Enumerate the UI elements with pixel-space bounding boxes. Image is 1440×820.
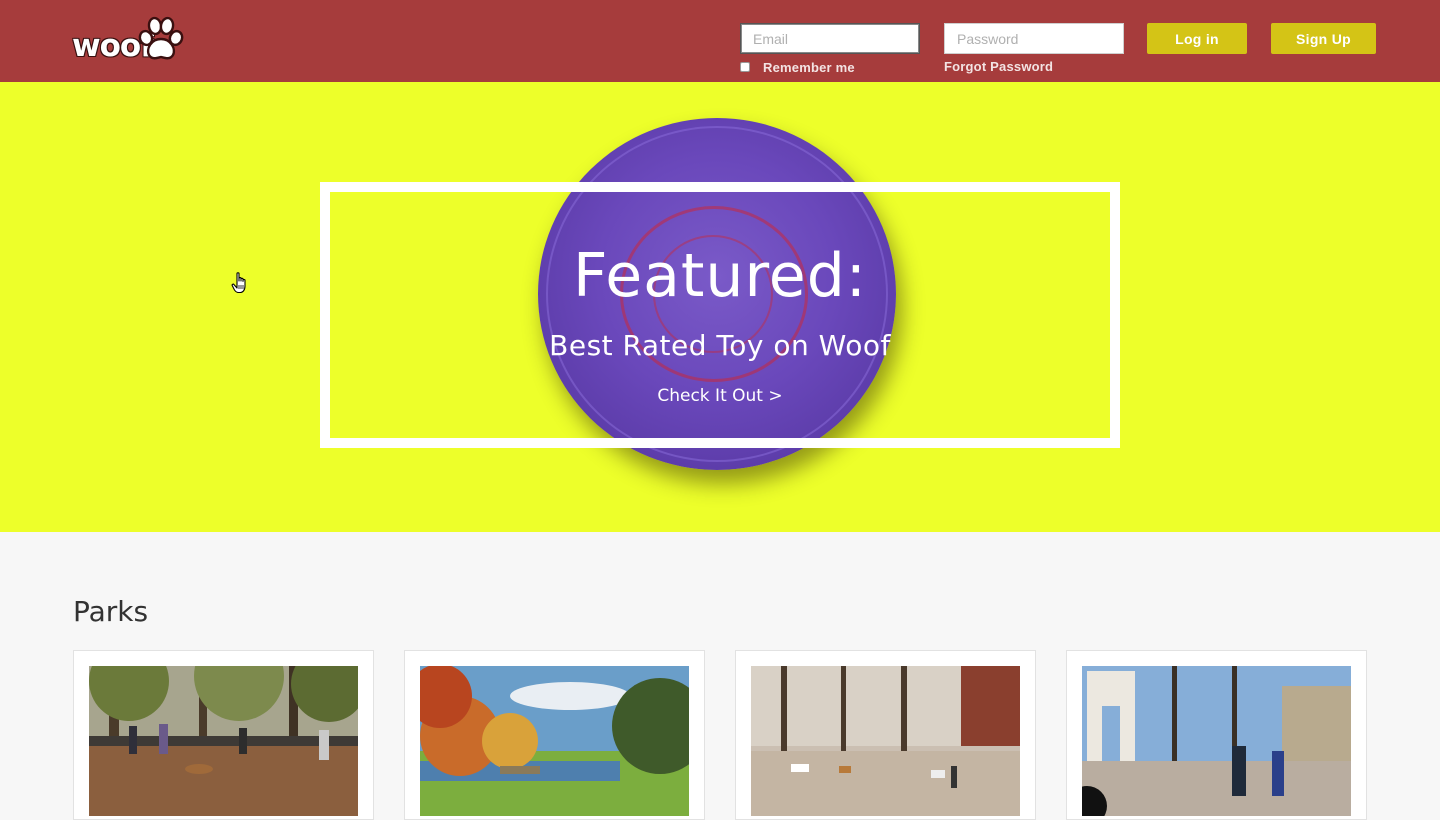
- signup-button[interactable]: Sign Up: [1271, 23, 1376, 54]
- dog-park-photo[interactable]: [89, 666, 358, 816]
- forgot-password-link[interactable]: Forgot Password: [944, 59, 1053, 74]
- password-input[interactable]: [944, 23, 1124, 54]
- remember-me-checkbox[interactable]: [740, 62, 750, 72]
- park-card[interactable]: [735, 650, 1036, 820]
- email-input[interactable]: [740, 23, 920, 54]
- dog-park-photo-art: [89, 666, 358, 816]
- woof-logo[interactable]: woof: [72, 14, 192, 70]
- winter-dog-run-photo[interactable]: [751, 666, 1020, 816]
- parks-heading: Parks: [73, 595, 149, 628]
- winter-dog-run-photo-art: [751, 666, 1020, 816]
- park-card[interactable]: [73, 650, 374, 820]
- park-card[interactable]: [404, 650, 705, 820]
- check-it-out-link[interactable]: Check It Out >: [620, 385, 820, 407]
- autumn-lake-park-photo[interactable]: [420, 666, 689, 816]
- login-button[interactable]: Log in: [1147, 23, 1247, 54]
- remember-me-row: Remember me: [740, 59, 855, 75]
- featured-subtitle: Best Rated Toy on Woof: [549, 329, 891, 362]
- remember-me-label: Remember me: [763, 59, 855, 75]
- park-card[interactable]: [1066, 650, 1367, 820]
- top-navbar: woof Remember me Forgot Password Log in …: [0, 0, 1440, 82]
- washington-square-arch-photo-art: [1082, 666, 1351, 816]
- featured-title: Featured:: [572, 241, 868, 311]
- featured-frame: [320, 182, 1120, 448]
- featured-hero: Featured: Best Rated Toy on Woof Check I…: [0, 82, 1440, 532]
- autumn-lake-park-photo-art: [420, 666, 689, 816]
- hand-cursor-icon: [231, 272, 246, 294]
- washington-square-arch-photo[interactable]: [1082, 666, 1351, 816]
- paw-icon: [138, 16, 184, 60]
